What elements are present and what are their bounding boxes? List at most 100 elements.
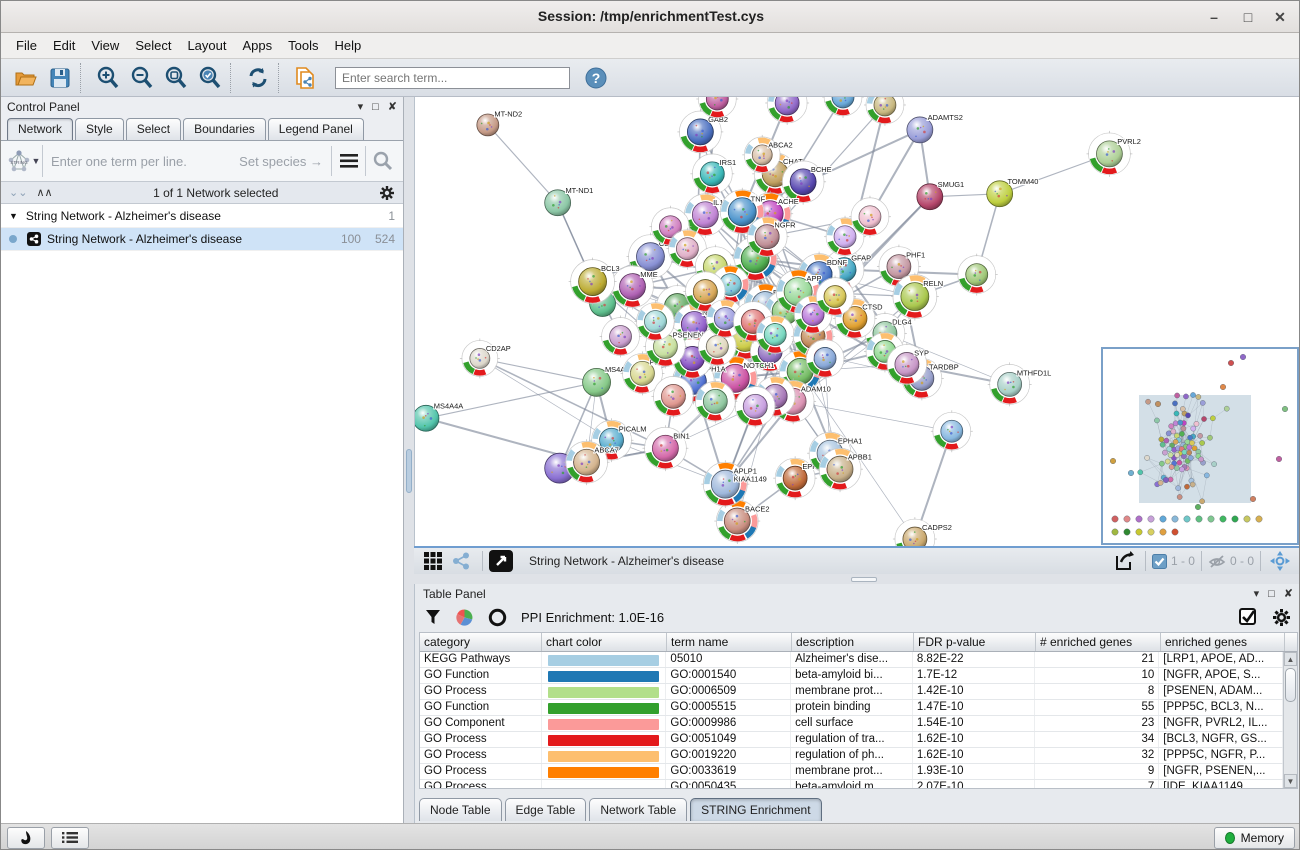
search-input[interactable] bbox=[335, 67, 570, 89]
tab-node-table[interactable]: Node Table bbox=[419, 798, 502, 821]
splitter-handle[interactable] bbox=[851, 577, 877, 582]
tab-style[interactable]: Style bbox=[75, 118, 124, 140]
graph-node[interactable] bbox=[956, 254, 998, 296]
network-from-file-button[interactable] bbox=[289, 63, 323, 93]
table-row[interactable]: GO ProcessGO:0019220regulation of ph...1… bbox=[420, 748, 1283, 764]
column-header-description[interactable]: description bbox=[792, 633, 914, 651]
float-panel-icon[interactable]: □ bbox=[1268, 588, 1275, 600]
menu-select[interactable]: Select bbox=[128, 35, 178, 56]
save-session-button[interactable] bbox=[43, 63, 77, 93]
birdseye-toggle-button[interactable] bbox=[489, 550, 513, 572]
table-row[interactable]: GO FunctionGO:0001540beta-amyloid bi...1… bbox=[420, 668, 1283, 684]
graph-node-mthfd1l[interactable]: MTHFD1L bbox=[988, 362, 1052, 406]
scroll-up-arrow[interactable]: ▲ bbox=[1284, 652, 1297, 666]
ring-chart-icon[interactable] bbox=[488, 608, 507, 627]
panel-menu-icon[interactable]: ▾ bbox=[1254, 587, 1260, 600]
collapse-arrow-icon[interactable]: ▼ bbox=[9, 211, 18, 221]
horizontal-splitter[interactable] bbox=[414, 574, 1300, 584]
graph-node-abca7[interactable]: ABCA7 bbox=[564, 439, 619, 485]
table-row[interactable]: GO ProcessGO:0033619membrane prot...1.93… bbox=[420, 764, 1283, 780]
close-panel-icon[interactable]: ✘ bbox=[388, 100, 397, 113]
column-header-enriched-genes[interactable]: enriched genes bbox=[1161, 633, 1285, 651]
menu-tools[interactable]: Tools bbox=[281, 35, 325, 56]
menu-file[interactable]: File bbox=[9, 35, 44, 56]
task-history-button[interactable] bbox=[51, 827, 89, 849]
vertical-splitter[interactable] bbox=[404, 97, 414, 823]
splitter-handle[interactable] bbox=[406, 449, 412, 493]
column-header---enriched-genes[interactable]: # enriched genes bbox=[1036, 633, 1161, 651]
column-header-FDR-p-value[interactable]: FDR p-value bbox=[914, 633, 1036, 651]
memory-button[interactable]: Memory bbox=[1214, 827, 1295, 849]
zoom-out-button[interactable] bbox=[125, 63, 159, 93]
graph-node-cadps2[interactable]: CADPS2 bbox=[893, 517, 952, 546]
export-network-button[interactable] bbox=[1111, 550, 1137, 572]
tab-edge-table[interactable]: Edge Table bbox=[505, 798, 587, 821]
column-header-chart-color[interactable]: chart color bbox=[542, 633, 667, 651]
table-row[interactable]: KEGG Pathways05010Alzheimer's dise...8.8… bbox=[420, 652, 1283, 668]
graph-node-mt-nd1[interactable]: MT-ND1 bbox=[545, 186, 594, 216]
menu-layout[interactable]: Layout bbox=[180, 35, 233, 56]
graph-node[interactable] bbox=[822, 97, 864, 118]
network-tree-row[interactable]: ▼String Network - Alzheimer's disease1 bbox=[1, 205, 403, 228]
zoom-selected-button[interactable] bbox=[193, 63, 227, 93]
enrichment-pie-icon[interactable] bbox=[455, 608, 474, 627]
close-panel-icon[interactable]: ✘ bbox=[1284, 587, 1293, 600]
set-species-hint[interactable]: Set species → bbox=[239, 154, 323, 169]
string-protein-query-selector[interactable]: STRING ▼ bbox=[5, 145, 43, 177]
minimize-button[interactable]: – bbox=[1199, 5, 1229, 29]
graph-node[interactable] bbox=[931, 410, 973, 452]
graph-node-pvrl2[interactable]: PVRL2 bbox=[1086, 131, 1140, 177]
string-query-input[interactable]: Enter one term per line. Set species → bbox=[43, 154, 331, 169]
zoom-fit-button[interactable] bbox=[159, 63, 193, 93]
maximize-button[interactable]: □ bbox=[1233, 5, 1263, 29]
graph-node[interactable] bbox=[765, 97, 809, 125]
graph-node-cd2ap[interactable]: CD2AP bbox=[460, 338, 511, 378]
help-button[interactable]: ? bbox=[584, 66, 608, 90]
gear-icon[interactable] bbox=[1272, 608, 1291, 627]
menu-view[interactable]: View bbox=[84, 35, 126, 56]
graph-node-irs1[interactable]: IRS1 bbox=[690, 152, 736, 196]
network-share-button[interactable] bbox=[448, 550, 474, 572]
cytoscape-logo-button[interactable] bbox=[7, 827, 45, 849]
tab-select[interactable]: Select bbox=[126, 118, 181, 140]
expand-all-icon[interactable]: ⌄⌄ bbox=[9, 186, 27, 199]
network-tree-row[interactable]: String Network - Alzheimer's disease1005… bbox=[1, 228, 403, 251]
graph-node-adamts2[interactable]: ADAMTS2 bbox=[907, 113, 963, 143]
column-header-term-name[interactable]: term name bbox=[667, 633, 792, 651]
graph-node-mt-nd2[interactable]: MT-ND2 bbox=[477, 110, 522, 136]
collapse-all-icon[interactable]: ∧∧ bbox=[36, 186, 52, 199]
tab-network[interactable]: Network bbox=[7, 118, 73, 140]
table-row[interactable]: GO FunctionGO:0005515protein binding1.47… bbox=[420, 700, 1283, 716]
zoom-in-button[interactable] bbox=[91, 63, 125, 93]
menu-edit[interactable]: Edit bbox=[46, 35, 82, 56]
refresh-button[interactable] bbox=[241, 63, 275, 93]
tab-legend-panel[interactable]: Legend Panel bbox=[268, 118, 364, 140]
string-search-button[interactable] bbox=[365, 146, 399, 176]
graph-node-tomm40[interactable]: TOMM40 bbox=[987, 177, 1039, 207]
graph-node-bin1[interactable]: BIN1 bbox=[642, 425, 689, 471]
graph-node-aplp1[interactable]: APLP1KIAA1149 bbox=[701, 460, 766, 508]
table-row[interactable]: GO ProcessGO:0051049regulation of tra...… bbox=[420, 732, 1283, 748]
menu-apps[interactable]: Apps bbox=[236, 35, 280, 56]
string-options-button[interactable] bbox=[331, 146, 365, 176]
select-checkbox-icon[interactable] bbox=[1239, 608, 1258, 627]
show-grid-button[interactable] bbox=[420, 550, 446, 572]
graph-node-smug1[interactable]: SMUG1 bbox=[917, 180, 964, 210]
table-row[interactable]: GO ProcessGO:0006509membrane prot...1.42… bbox=[420, 684, 1283, 700]
birdseye-view[interactable] bbox=[1101, 347, 1299, 545]
scrollbar-thumb[interactable] bbox=[1285, 668, 1296, 702]
table-row[interactable]: GO ComponentGO:0009986cell surface1.54E-… bbox=[420, 716, 1283, 732]
menu-help[interactable]: Help bbox=[328, 35, 369, 56]
tab-boundaries[interactable]: Boundaries bbox=[183, 118, 266, 140]
gear-icon[interactable] bbox=[379, 185, 395, 201]
table-row[interactable]: GO ProcessGO:0050435beta-amyloid m...2.0… bbox=[420, 780, 1283, 788]
scroll-down-arrow[interactable]: ▼ bbox=[1284, 774, 1297, 788]
float-panel-icon[interactable]: □ bbox=[372, 101, 379, 113]
navigator-button[interactable] bbox=[1267, 550, 1293, 572]
tab-string-enrichment[interactable]: STRING Enrichment bbox=[690, 798, 821, 821]
open-session-button[interactable] bbox=[9, 63, 43, 93]
network-canvas[interactable]: MT-ND2MT-ND1VSNL1CD2APMS4A6AMS4A4AMS4A4E… bbox=[414, 97, 1300, 546]
panel-menu-icon[interactable]: ▾ bbox=[358, 100, 364, 113]
column-header-category[interactable]: category bbox=[420, 633, 542, 651]
tab-network-table[interactable]: Network Table bbox=[589, 798, 687, 821]
